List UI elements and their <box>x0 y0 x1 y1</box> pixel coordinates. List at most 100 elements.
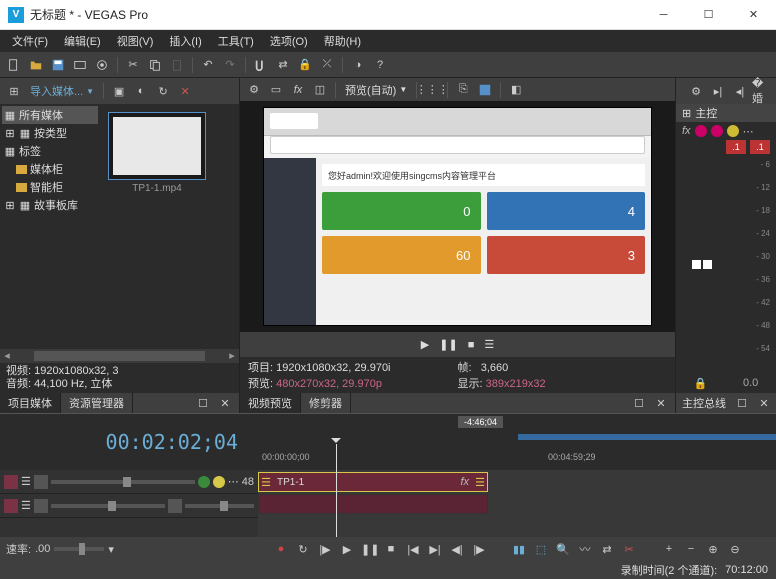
stop-button[interactable]: ■ <box>383 543 399 555</box>
go-end-button[interactable]: ▶| <box>427 543 443 556</box>
lock-button[interactable]: 🔒 <box>295 55 315 75</box>
tab-maximize-button[interactable]: ☐ <box>193 393 213 413</box>
save-button[interactable] <box>48 55 68 75</box>
pause-button[interactable]: ❚❚ <box>361 543 377 556</box>
master-settings-icon[interactable]: ⚙ <box>686 81 706 101</box>
preview-settings-icon[interactable]: ⚙ <box>244 80 264 100</box>
crossfade-button[interactable]: ⤫ <box>317 55 337 75</box>
track-level-slider[interactable] <box>51 480 195 484</box>
menu-help[interactable]: 帮助(H) <box>316 31 369 51</box>
tab-trimmer[interactable]: 修剪器 <box>301 393 351 413</box>
fx-more-icon[interactable]: ⋯ <box>743 125 754 138</box>
normal-edit-tool[interactable]: ▮▮ <box>511 543 527 556</box>
auto-ripple-button[interactable]: ⇄ <box>273 55 293 75</box>
import-media-button[interactable]: 导入媒体...▼ <box>26 83 98 99</box>
lock-icon[interactable]: 🔒 <box>694 377 708 390</box>
tab-close-button[interactable]: ✕ <box>215 393 235 413</box>
cut-button[interactable]: ✂ <box>123 55 143 75</box>
fx-chain-icon[interactable] <box>727 125 739 137</box>
undo-button[interactable]: ↶ <box>198 55 218 75</box>
timeline-clip-audio[interactable] <box>258 494 488 514</box>
marker-tool-button[interactable]: ◑ <box>348 55 368 75</box>
close-button[interactable]: ✕ <box>731 0 776 30</box>
track-btn[interactable] <box>34 475 48 489</box>
zoom-height-in[interactable]: ⊕ <box>705 543 721 556</box>
preview-device-icon[interactable]: ▭ <box>266 80 286 100</box>
fx-icon[interactable]: fx <box>682 125 691 137</box>
menu-icon[interactable]: ☰ <box>484 338 494 351</box>
zoom-tool[interactable]: 🔍 <box>555 543 571 556</box>
fader[interactable] <box>682 160 722 369</box>
track-mute-icon[interactable] <box>213 476 225 488</box>
overlays-icon[interactable]: ⋮⋮⋮ <box>422 80 442 100</box>
fx-chain-icon[interactable] <box>695 125 707 137</box>
render-button[interactable] <box>70 55 90 75</box>
zoom-time-out[interactable]: − <box>683 543 699 555</box>
prev-frame-button[interactable]: ◀| <box>449 543 465 556</box>
tab-video-preview[interactable]: 视频预览 <box>240 393 301 413</box>
pause-button[interactable]: ❚❚ <box>439 338 457 351</box>
clip-fx-icon[interactable]: fx <box>456 476 473 488</box>
properties-button[interactable] <box>92 55 112 75</box>
play-button[interactable]: ▶ <box>339 543 355 556</box>
refresh-media-button[interactable]: ↻ <box>153 81 173 101</box>
timecode-value[interactable]: 00:02:02;04 <box>106 430 238 454</box>
copy-snapshot-icon[interactable]: ⎘ <box>453 80 473 100</box>
timeline-marker[interactable]: -4:46;04 <box>458 416 503 428</box>
copy-button[interactable] <box>145 55 165 75</box>
menu-tools[interactable]: 工具(T) <box>210 31 262 51</box>
tab-project-media[interactable]: 项目媒体 <box>0 393 61 413</box>
track-pan-slider[interactable] <box>185 504 254 508</box>
tree-tags[interactable]: ▦标签 <box>2 142 98 160</box>
tab-maximize-button[interactable]: ☐ <box>629 393 649 413</box>
timeline-tracks[interactable]: ☰ TP1-1 fx ☰ <box>258 470 776 537</box>
loop-button[interactable]: ↻ <box>295 543 311 556</box>
tab-close-button[interactable]: ✕ <box>754 393 774 413</box>
timeline-clip[interactable]: ☰ TP1-1 fx ☰ <box>258 472 488 492</box>
timeline-ruler[interactable]: -4:46;04 00:00:00;00 00:04:59;29 <box>258 414 776 470</box>
track-btn[interactable] <box>168 499 182 513</box>
shuffle-tool[interactable]: ⇄ <box>599 543 615 556</box>
save-snapshot-icon[interactable] <box>475 80 495 100</box>
clip-handle-icon[interactable]: ☰ <box>473 476 487 489</box>
new-project-button[interactable] <box>4 55 24 75</box>
remove-media-button[interactable]: ✕ <box>175 81 195 101</box>
snap-button[interactable] <box>251 55 271 75</box>
rate-slider[interactable] <box>54 547 104 551</box>
playhead[interactable] <box>336 444 337 470</box>
hscrollbar[interactable]: ◂▸ <box>0 349 239 363</box>
skip-next-icon[interactable]: ◂| <box>730 81 750 101</box>
go-start-button[interactable]: |◀ <box>405 543 421 556</box>
zoom-time-in[interactable]: + <box>661 543 677 555</box>
zoom-height-out[interactable]: ⊖ <box>727 543 743 556</box>
preview-misc-icon[interactable]: ◧ <box>506 80 526 100</box>
fx-chain-icon[interactable] <box>711 125 723 137</box>
preview-fx-icon[interactable]: fx <box>288 80 308 100</box>
track-fx-icon[interactable] <box>198 476 210 488</box>
tab-master-bus[interactable]: 主控总线 <box>676 393 732 413</box>
dim-icon[interactable]: �婚 <box>752 81 772 101</box>
track-level-slider[interactable] <box>51 504 165 508</box>
minimize-button[interactable]: ─ <box>641 0 686 30</box>
split-tool[interactable]: ✂ <box>621 543 637 556</box>
media-thumb[interactable]: TP1-1.mp4 <box>108 112 206 197</box>
selection-tool[interactable]: ⬚ <box>533 543 549 556</box>
maximize-button[interactable]: ☐ <box>686 0 731 30</box>
menu-options[interactable]: 选项(O) <box>262 31 316 51</box>
next-frame-button[interactable]: |▶ <box>471 543 487 556</box>
stop-button[interactable]: ■ <box>468 339 475 351</box>
menu-edit[interactable]: 编辑(E) <box>56 31 109 51</box>
what-button[interactable]: ? <box>370 55 390 75</box>
track-header-audio[interactable]: ☰ <box>0 494 258 518</box>
tree-smart-bin[interactable]: 智能柜 <box>2 178 98 196</box>
rate-menu-icon[interactable]: ▾ <box>108 543 114 556</box>
tab-explorer[interactable]: 资源管理器 <box>61 393 133 413</box>
track-btn[interactable] <box>34 499 48 513</box>
paste-button[interactable] <box>167 55 187 75</box>
tree-media-bin[interactable]: 媒体柜 <box>2 160 98 178</box>
play-start-button[interactable]: |▶ <box>317 543 333 556</box>
menu-insert[interactable]: 插入(I) <box>161 31 209 51</box>
play-button[interactable]: ▶ <box>421 338 429 351</box>
tree-storyboard[interactable]: ⊞▦故事板库 <box>2 196 98 214</box>
track-header-video[interactable]: ☰ ⋯ 48 <box>0 470 258 494</box>
